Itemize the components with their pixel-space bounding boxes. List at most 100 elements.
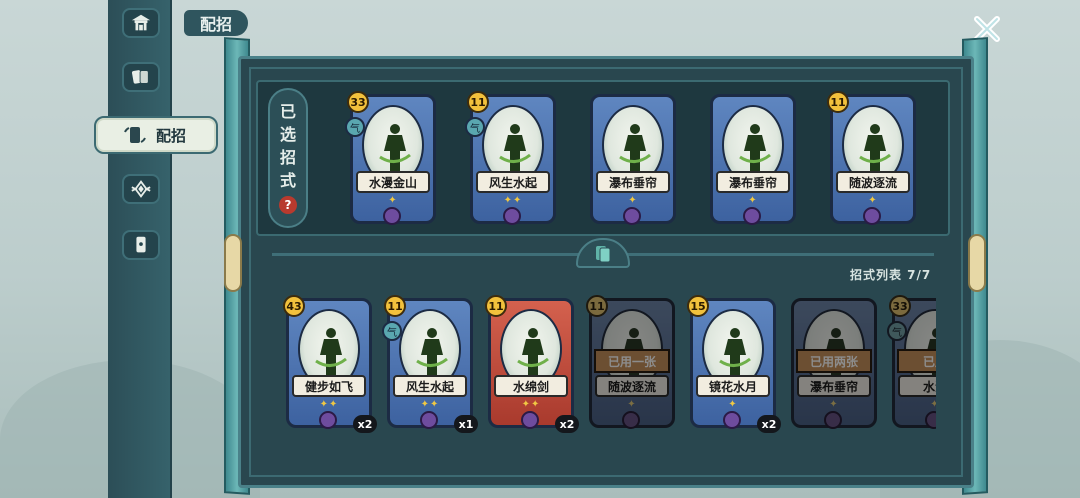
frame-knob-left (224, 234, 242, 292)
move-card[interactable]: 瀑布垂帘 ✦ (590, 94, 676, 225)
card-name: 风生水起 (476, 171, 550, 193)
element-gem-icon (723, 411, 741, 429)
card-cost-badge: 43 (283, 295, 305, 317)
martial-artist-silhouette-icon (315, 328, 347, 375)
card-hand-icon (136, 236, 146, 253)
card-level-stars: ✦✦ (319, 399, 339, 410)
qi-type-icon: 气 (465, 117, 485, 137)
nav-pavilion-button[interactable] (122, 8, 160, 38)
move-card[interactable]: 已用两张 瀑布垂帘 ✦ (791, 298, 877, 429)
card-level-stars: ✦ (627, 399, 637, 410)
move-card[interactable]: 43 健步如飞 ✦✦ x2 (283, 295, 377, 433)
card-cost-badge: 11 (384, 295, 406, 317)
label-char: 招 (279, 148, 296, 167)
move-card[interactable]: 11 随波逐流 ✦ (827, 91, 916, 225)
card-count-badge: x2 (555, 415, 579, 433)
used-tag: 已用两张 (796, 349, 872, 373)
element-gem-icon (863, 207, 881, 225)
left-nav (108, 0, 172, 498)
move-card[interactable]: 33 气水漫金山 ✦ (345, 91, 436, 225)
card-level-stars: ✦ (868, 195, 878, 206)
qi-type-icon: 气 (887, 321, 907, 341)
move-card[interactable]: 11 水绵剑 ✦✦ x2 (485, 295, 579, 433)
move-card[interactable]: 瀑布垂帘 ✦ (710, 94, 796, 225)
card-name: 镜花水月 (696, 375, 770, 397)
label-char: 选 (279, 125, 296, 144)
selected-moves-label: 已 选 招 式 ? (268, 88, 308, 228)
nav-loadout-label: 配招 (156, 126, 187, 145)
card-name: 瀑布垂帘 (797, 375, 871, 397)
nav-loadout-button[interactable]: 配招 (94, 116, 218, 154)
element-gem-icon (420, 411, 438, 429)
move-card[interactable]: 11 气风生水起 ✦✦ x1 (382, 295, 478, 433)
card-name: 风生水起 (393, 375, 467, 397)
label-char: 式 (279, 171, 296, 190)
martial-artist-silhouette-icon (619, 124, 651, 171)
martial-artist-silhouette-icon (719, 328, 751, 375)
martial-artist-silhouette-icon (499, 124, 531, 171)
martial-artist-silhouette-icon (379, 124, 411, 171)
card-cost-badge: 33 (889, 295, 911, 317)
move-list[interactable]: 43 健步如飞 ✦✦ x2 11 气风生水起 ✦✦ x1 11 水绵剑 ✦✦ x2 11 已用一张 随波逐流… (280, 292, 936, 444)
martial-artist-silhouette-icon (739, 124, 771, 171)
move-card[interactable]: 11 已用一张 随波逐流 ✦ (586, 295, 675, 429)
frame-knob-right (968, 234, 986, 292)
card-cost-badge: 11 (586, 295, 608, 317)
card-cost-badge: 11 (467, 91, 489, 113)
card-count-badge: x2 (757, 415, 781, 433)
card-name: 瀑布垂帘 (596, 171, 670, 193)
nav-emblem-button[interactable] (122, 174, 160, 204)
used-tag: 已用一张 (594, 349, 670, 373)
cards-icon (131, 70, 149, 84)
nav-cards-button[interactable] (122, 62, 160, 92)
move-card[interactable]: 15 镜花水月 ✦ x2 (687, 295, 781, 433)
used-tag: 已用 (897, 349, 936, 373)
card-level-stars: ✦✦ (521, 399, 541, 410)
emblem-icon (131, 180, 151, 198)
label-char: 已 (279, 102, 296, 121)
nav-card-hand-button[interactable] (122, 230, 160, 260)
martial-artist-silhouette-icon (517, 328, 549, 375)
card-name: 瀑布垂帘 (716, 171, 790, 193)
card-level-stars: ✦ (388, 195, 398, 206)
element-gem-icon (623, 207, 641, 225)
card-level-stars: ✦ (728, 399, 738, 410)
help-button[interactable]: ? (279, 196, 297, 214)
card-cost-badge: 11 (485, 295, 507, 317)
section-divider (256, 238, 950, 268)
element-gem-icon (824, 411, 842, 429)
card-name: 随波逐流 (595, 375, 669, 397)
card-level-stars: ✦✦ (420, 399, 440, 410)
move-card[interactable]: 11 气风生水起 ✦✦ (465, 91, 556, 225)
card-level-stars: ✦✦ (503, 195, 523, 206)
qi-type-icon: 气 (382, 321, 402, 341)
element-gem-icon (925, 411, 936, 429)
divider-hub (576, 238, 630, 268)
martial-artist-silhouette-icon (416, 328, 448, 375)
card-level-stars: ✦ (930, 399, 936, 410)
deck-swap-icon (124, 127, 146, 143)
card-name: 随波逐流 (836, 171, 910, 193)
pavilion-icon (131, 14, 151, 31)
card-level-stars: ✦ (829, 399, 839, 410)
element-gem-icon (622, 411, 640, 429)
card-stack-icon (596, 246, 611, 263)
card-name: 健步如飞 (292, 375, 366, 397)
martial-artist-silhouette-icon (859, 124, 891, 171)
element-gem-icon (383, 207, 401, 225)
card-cost-badge: 33 (347, 91, 369, 113)
element-gem-icon (319, 411, 337, 429)
card-name: 水绵剑 (494, 375, 568, 397)
card-cost-badge: 11 (827, 91, 849, 113)
qi-type-icon: 气 (345, 117, 365, 137)
card-level-stars: ✦ (748, 195, 758, 206)
move-card[interactable]: 33 气已用水漫 ✦ (887, 295, 936, 429)
card-name: 水漫 (898, 375, 936, 397)
element-gem-icon (521, 411, 539, 429)
page-title: 配招 (184, 10, 249, 36)
element-gem-icon (743, 207, 761, 225)
card-level-stars: ✦ (628, 195, 638, 206)
element-gem-icon (503, 207, 521, 225)
card-count-badge: x2 (353, 415, 377, 433)
move-list-header: 招式列表 7/7 (850, 268, 932, 282)
